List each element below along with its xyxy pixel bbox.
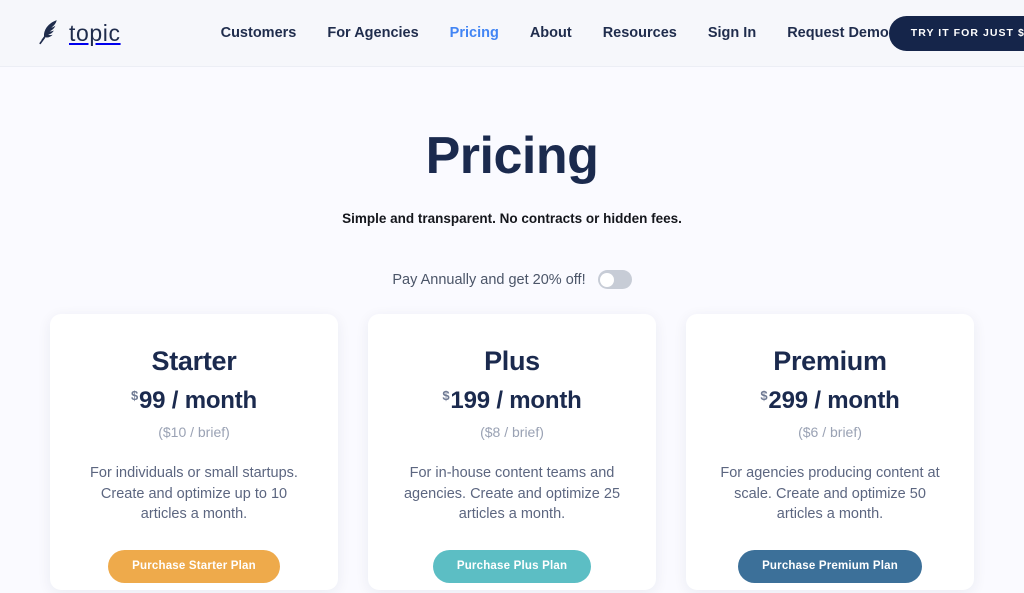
pricing-card-plus: Plus $199 / month ($8 / brief) For in-ho… [368, 314, 656, 590]
plan-price: $199 / month [388, 387, 636, 415]
purchase-plus-button[interactable]: Purchase Plus Plan [432, 549, 592, 583]
page-subtitle: Simple and transparent. No contracts or … [342, 211, 682, 226]
plan-description: For in-house content teams and agencies.… [403, 465, 621, 523]
plan-brief-price: ($6 / brief) [798, 424, 862, 440]
nav-link-resources[interactable]: Resources [603, 25, 677, 41]
pricing-card-starter: Starter $99 / month ($10 / brief) For in… [50, 314, 338, 590]
toggle-knob [600, 272, 615, 287]
nav-link-pricing[interactable]: Pricing [450, 25, 499, 41]
plan-brief-price: ($8 / brief) [480, 424, 544, 440]
nav-link-sign-in[interactable]: Sign In [708, 25, 756, 41]
plan-price: $299 / month [706, 387, 954, 415]
feather-quill-icon [38, 18, 60, 48]
nav-link-about[interactable]: About [530, 25, 572, 41]
purchase-premium-button[interactable]: Purchase Premium Plan [738, 549, 922, 583]
try-it-cta-button[interactable]: TRY IT FOR JUST $7 [888, 15, 1024, 51]
nav-link-for-agencies[interactable]: For Agencies [327, 25, 418, 41]
purchase-starter-button[interactable]: Purchase Starter Plan [108, 549, 280, 583]
pricing-card-premium: Premium $299 / month ($6 / brief) For ag… [686, 314, 974, 590]
page-title: Pricing [425, 127, 599, 185]
plan-name: Starter [151, 346, 237, 376]
billing-toggle-label: Pay Annually and get 20% off! [392, 271, 586, 288]
currency-symbol: $ [130, 388, 138, 403]
billing-toggle-row: Pay Annually and get 20% off! [0, 270, 1024, 289]
site-header: topic Customers For Agencies Pricing Abo… [0, 0, 1024, 67]
main-navigation: Customers For Agencies Pricing About Res… [221, 25, 889, 41]
currency-symbol: $ [760, 388, 768, 403]
plan-price-value: 299 / month [768, 387, 900, 414]
plan-price: $99 / month [70, 387, 318, 415]
plan-description: For individuals or small startups. Creat… [90, 465, 298, 523]
annual-billing-toggle[interactable] [597, 270, 632, 289]
plan-name: Premium [773, 346, 887, 376]
plan-price-value: 199 / month [450, 387, 582, 414]
nav-link-customers[interactable]: Customers [221, 25, 297, 41]
brand-logo[interactable]: topic [38, 18, 121, 48]
nav-link-request-demo[interactable]: Request Demo [787, 25, 889, 41]
brand-name: topic [69, 19, 121, 46]
pricing-cards: Starter $99 / month ($10 / brief) For in… [0, 314, 1024, 590]
hero-section: Pricing Simple and transparent. No contr… [0, 67, 1024, 226]
plan-price-value: 99 / month [139, 387, 258, 414]
plan-brief-price: ($10 / brief) [158, 424, 230, 440]
plan-name: Plus [484, 346, 540, 376]
plan-description: For agencies producing content at scale.… [720, 465, 940, 523]
currency-symbol: $ [442, 388, 450, 403]
